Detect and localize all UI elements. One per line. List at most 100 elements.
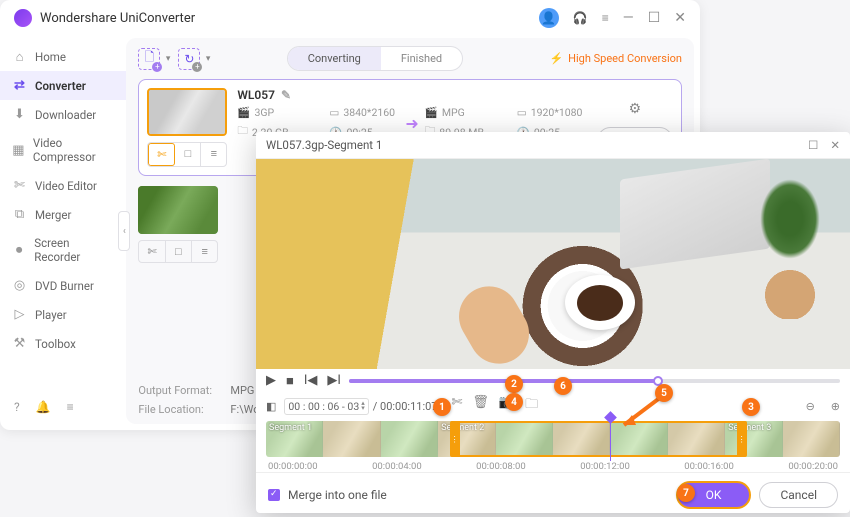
- sidebar-item-merger[interactable]: ⧉ Merger: [0, 200, 126, 229]
- time-marker-icon[interactable]: ◧: [266, 400, 276, 413]
- video-preview[interactable]: [256, 159, 850, 369]
- src-format: 🎬3GP: [237, 106, 307, 119]
- chevron-down-icon[interactable]: ▾: [206, 54, 211, 64]
- delete-tool-icon[interactable]: 🗑: [472, 395, 489, 417]
- cancel-button[interactable]: Cancel: [759, 482, 838, 508]
- close-button[interactable]: ✕: [830, 138, 840, 152]
- crop-button[interactable]: □: [166, 241, 192, 262]
- tick-label: 00:00:00:00: [268, 461, 318, 472]
- more-button[interactable]: ≡: [201, 143, 226, 166]
- output-settings-icon[interactable]: ⚙: [629, 101, 642, 117]
- prev-frame-button[interactable]: I◀: [304, 373, 318, 389]
- arrow-right-icon: ➜: [405, 114, 418, 133]
- high-speed-toggle[interactable]: ⚡ High Speed Conversion: [549, 52, 682, 65]
- dvd-icon: ◎: [12, 278, 27, 293]
- video-icon: 🎬: [237, 106, 250, 119]
- sidebar-item-label: DVD Burner: [35, 279, 94, 293]
- timeline[interactable]: Segment 1 Segment 2 Segment 3 ⋮ ⋮ 00:00:…: [266, 421, 840, 472]
- tab-converting[interactable]: Converting: [288, 47, 381, 70]
- sidebar-item-downloader[interactable]: ⬇Downloader: [0, 100, 126, 129]
- annotation-3: 3: [742, 398, 760, 416]
- video-icon: 🎬: [425, 106, 438, 119]
- maximize-button[interactable]: ☐: [648, 10, 661, 26]
- record-icon: ⏺: [12, 243, 26, 258]
- stop-button[interactable]: ■: [286, 373, 294, 389]
- converter-icon: ⇄: [12, 78, 27, 93]
- hamburger-icon[interactable]: ≡: [67, 400, 74, 414]
- cut-tool-icon[interactable]: ✄: [451, 395, 462, 417]
- add-url-button[interactable]: ↻+: [178, 48, 200, 70]
- bell-icon[interactable]: 🔔: [36, 400, 51, 414]
- sidebar-item-player[interactable]: ▷Player: [0, 300, 126, 329]
- total-time: / 00:00:11:07: [373, 400, 438, 413]
- minimize-button[interactable]: —: [623, 10, 634, 26]
- output-format-label: Output Format:: [138, 384, 216, 397]
- time-input[interactable]: 00 : 00 : 06 - 03▴▾: [284, 398, 368, 415]
- folder-tool-icon[interactable]: 🗀: [525, 395, 538, 417]
- selection-start-handle[interactable]: ⋮: [450, 421, 460, 457]
- tick-label: 00:00:08:00: [476, 461, 526, 472]
- zoom-out-button[interactable]: ⊖: [806, 400, 815, 413]
- annotation-7: 7: [677, 484, 695, 502]
- merge-checkbox[interactable]: [268, 489, 280, 501]
- tick-label: 00:00:04:00: [372, 461, 422, 472]
- maximize-button[interactable]: ☐: [808, 138, 818, 152]
- sidebar-item-label: Converter: [35, 79, 86, 93]
- high-speed-label: High Speed Conversion: [568, 52, 682, 65]
- collapse-sidebar-handle[interactable]: ‹: [118, 211, 130, 251]
- selection-end-handle[interactable]: ⋮: [737, 421, 747, 457]
- tgt-format: 🎬MPG: [425, 106, 495, 119]
- merge-label: Merge into one file: [288, 488, 387, 502]
- sidebar-item-converter[interactable]: ⇄ Converter: [0, 71, 126, 100]
- src-resolution: ▭3840*2160: [329, 106, 399, 119]
- sidebar-item-toolbox[interactable]: ⚒Toolbox: [0, 329, 126, 358]
- scissors-icon: ✄: [12, 178, 27, 193]
- sidebar-item-compressor[interactable]: ▦ Video Compressor: [0, 129, 126, 171]
- headset-icon[interactable]: 🎧: [573, 11, 588, 25]
- file-location-label: File Location:: [138, 403, 216, 416]
- titlebar: Wondershare UniConverter 👤 🎧 ≡ — ☐ ✕: [0, 0, 700, 36]
- play-button[interactable]: ▶: [266, 373, 276, 389]
- tick-label: 00:00:12:00: [580, 461, 630, 472]
- sidebar-item-dvd[interactable]: ◎ DVD Burner: [0, 271, 126, 300]
- video-thumbnail[interactable]: [147, 88, 227, 136]
- home-icon: ⌂: [12, 49, 27, 64]
- trim-button[interactable]: ✄: [148, 143, 175, 166]
- tick-label: 00:00:16:00: [684, 461, 734, 472]
- tgt-resolution: ▭1920*1080: [517, 106, 587, 119]
- playback-progress[interactable]: [349, 379, 840, 383]
- sidebar-item-recorder[interactable]: ⏺ Screen Recorder: [0, 229, 126, 271]
- video-thumbnail[interactable]: [138, 186, 218, 234]
- chevron-down-icon[interactable]: ▾: [166, 54, 171, 64]
- crop-button[interactable]: □: [175, 143, 201, 166]
- add-file-button[interactable]: 🗋+: [138, 48, 160, 70]
- close-button[interactable]: ✕: [674, 10, 686, 26]
- trim-editor-window: WL057.3gp-Segment 1 ☐ ✕ ▶ ■ I◀ ▶I ◧ 00 :…: [256, 132, 850, 513]
- sidebar-item-label: Merger: [35, 208, 71, 222]
- resolution-icon: ▭: [517, 106, 527, 119]
- merger-icon: ⧉: [12, 207, 27, 222]
- sidebar-item-video-editor[interactable]: ✄ Video Editor: [0, 171, 126, 200]
- help-icon[interactable]: ?: [14, 400, 20, 414]
- menu-icon[interactable]: ≡: [602, 11, 609, 25]
- login-avatar-icon[interactable]: 👤: [539, 8, 559, 28]
- annotation-4: 4: [505, 393, 523, 411]
- selection-range[interactable]: [455, 421, 742, 457]
- zoom-in-button[interactable]: ⊕: [831, 400, 840, 413]
- sidebar-item-label: Video Compressor: [33, 136, 115, 164]
- tab-finished[interactable]: Finished: [381, 47, 462, 70]
- play-icon: ▷: [12, 307, 27, 322]
- annotation-1: 1: [433, 398, 451, 416]
- sidebar-item-home[interactable]: ⌂ Home: [0, 42, 126, 71]
- sidebar-item-label: Video Editor: [35, 179, 97, 193]
- lightning-icon: ⚡: [549, 52, 563, 65]
- edit-name-icon[interactable]: ✎: [281, 88, 291, 102]
- more-button[interactable]: ≡: [192, 241, 217, 262]
- playhead[interactable]: [610, 417, 611, 461]
- sidebar-item-label: Home: [35, 50, 66, 64]
- trim-button[interactable]: ✄: [139, 241, 165, 262]
- compressor-icon: ▦: [12, 143, 25, 158]
- sidebar-item-label: Screen Recorder: [34, 236, 114, 264]
- next-frame-button[interactable]: ▶I: [327, 373, 341, 389]
- editor-title: WL057.3gp-Segment 1: [266, 138, 382, 152]
